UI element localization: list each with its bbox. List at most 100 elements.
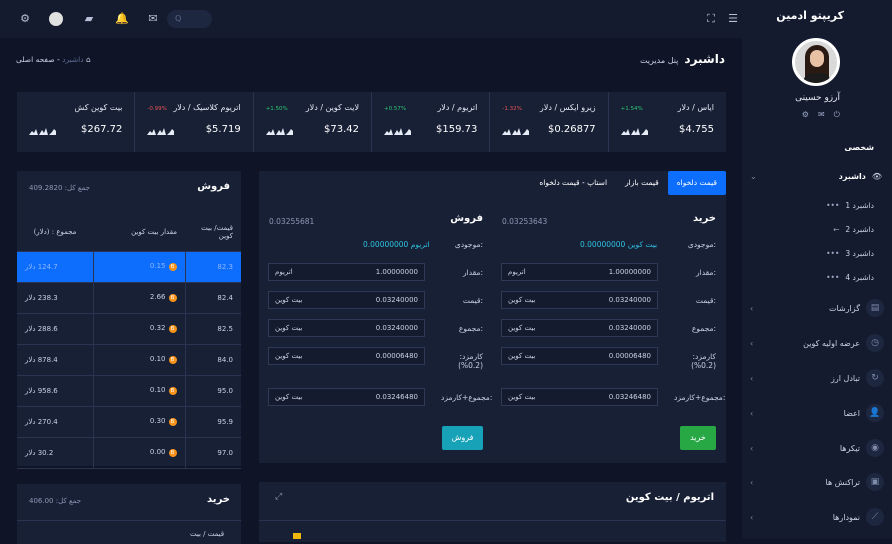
sidebar-item-transactions[interactable]: ▣ تراکنش ها ‹: [742, 472, 892, 492]
input-value: اتریوم: [275, 268, 293, 276]
ticker-change: +1.54%: [620, 106, 643, 112]
ticker-name: زیرو ایکس / دلار: [539, 103, 596, 112]
bitcoin-icon: B: [168, 449, 177, 457]
settings-icon[interactable]: ⚙: [802, 110, 809, 120]
refresh-icon: ↻: [866, 369, 884, 387]
ticker-item[interactable]: لایت کوین / دلار +1.50% $73.42: [252, 92, 371, 152]
sidebar-item-label: داشبرد: [838, 171, 866, 181]
notification-bell-icon[interactable]: 🔔: [115, 12, 129, 26]
chat-icon[interactable]: ▰: [82, 12, 96, 26]
buy-input[interactable]: بیت کوین 0.00006480: [501, 347, 658, 365]
sidebar-item-reports[interactable]: ▤ گزارشات ‹: [742, 298, 892, 318]
fullscreen-icon[interactable]: ⛶: [704, 12, 718, 26]
sidebar-item-tickers[interactable]: ◉ تیکرها ‹: [742, 438, 892, 458]
breadcrumb-home[interactable]: صفحه اصلی: [16, 55, 55, 64]
sell-input[interactable]: بیت کوین 0.00006480: [268, 347, 425, 365]
sell-input[interactable]: بیت کوین 0.03240000: [268, 291, 425, 309]
cell-total: 288.6 دلار: [17, 313, 93, 345]
sell-input[interactable]: بیت کوین 0.03240000: [268, 319, 425, 337]
sell-label: قیمت:: [462, 296, 483, 305]
sell-input[interactable]: اتریوم 1.00000000: [268, 263, 425, 281]
sell-input[interactable]: بیت کوین 0.03246480: [268, 388, 425, 406]
menu-toggle-icon[interactable]: ☰: [726, 12, 740, 26]
sell-label: مجموع:: [458, 324, 483, 333]
trade-tabs: قیمت دلخواه قیمت بازار استاپ - قیمت دلخو…: [530, 171, 726, 195]
sidebar-item-charts[interactable]: ⟋ نمودارها ‹: [742, 507, 892, 527]
tab-stop-limit[interactable]: استاپ - قیمت دلخواه: [530, 171, 616, 195]
top-bar: ⚙ ▰ 🔔 ✉ Q ⛶ ☰: [0, 0, 742, 38]
ticker-item[interactable]: اتریوم / دلار +0.57% $159.73: [371, 92, 489, 152]
input-unit: 0.03246480: [375, 393, 418, 401]
user-avatar-icon[interactable]: [49, 12, 63, 26]
buy-label: مجموع+کارمزد:: [674, 393, 725, 402]
sparkline-icon: [29, 128, 57, 135]
ticker-item[interactable]: زیرو ایکس / دلار -1.32% $0.26877: [489, 92, 607, 152]
sparkline-icon: [620, 128, 648, 135]
buy-input[interactable]: اتریوم 1.00000000: [501, 263, 658, 281]
expand-icon[interactable]: ⤢: [275, 492, 282, 502]
sidebar-item-exchange[interactable]: ↻ تبادل ارز ‹: [742, 368, 892, 388]
table-row[interactable]: 97.0 B0.00 30.2 دلار: [17, 437, 241, 469]
search-input[interactable]: Q: [167, 10, 212, 28]
ticker-item[interactable]: بیت کوین کش $267.72: [17, 92, 134, 152]
input-unit: 0.00006480: [375, 352, 418, 360]
ticker-name: اتریوم کلاسیک / دلار: [173, 103, 241, 112]
sell-button[interactable]: فروش: [442, 426, 483, 450]
cell-total: 124.7 دلار: [17, 251, 93, 283]
settings-gear-icon[interactable]: ⚙: [18, 12, 32, 26]
input-value: بیت کوین: [275, 296, 303, 304]
mail-icon[interactable]: ✉: [146, 12, 160, 26]
input-unit: 0.03240000: [608, 296, 651, 304]
sidebar-section-personal: شخصی: [844, 143, 874, 152]
sidebar-subitem-dashboard-2[interactable]: داشبرد 2 ←: [764, 221, 874, 237]
sidebar-item-ico[interactable]: ◷ عرضه اولیه کوین ‹: [742, 333, 892, 353]
input-value: بیت کوین: [508, 296, 536, 304]
buy-input[interactable]: بیت کوین 0.03246480: [501, 388, 658, 406]
input-value: بیت کوین: [508, 352, 536, 360]
power-icon[interactable]: ⏻: [834, 110, 840, 120]
sidebar-subitem-dashboard-4[interactable]: داشبرد 4 •••: [764, 269, 874, 285]
tab-limit[interactable]: قیمت دلخواه: [667, 171, 726, 195]
tab-market[interactable]: قیمت بازار: [616, 171, 668, 195]
buy-input[interactable]: بیت کوین 0.03240000: [501, 319, 658, 337]
table-row[interactable]: 95.9 B0.30 270.4 دلار: [17, 406, 241, 438]
line-chart-icon: ⟋: [866, 508, 884, 526]
buy-label: قیمت:: [695, 296, 716, 305]
table-row[interactable]: 82.3 B0.15 124.7 دلار: [17, 251, 241, 283]
input-value: بیت کوین: [508, 324, 536, 332]
chevron-left-icon: ‹: [750, 408, 754, 418]
ticker-change: -1.32%: [502, 106, 522, 112]
sell-title: فروش: [450, 213, 483, 224]
buy-input[interactable]: بیت کوین 0.03240000: [501, 291, 658, 309]
col-price: قیمت/ بیت کوین: [185, 214, 241, 252]
buy-button[interactable]: خرید: [680, 426, 716, 450]
cell-price: 82.5: [184, 313, 241, 345]
buy-balance-label: موجودی:: [687, 240, 716, 249]
sidebar-subitem-dashboard-1[interactable]: داشبرد 1 •••: [764, 197, 874, 213]
cell-price: 82.3: [184, 251, 241, 283]
sidebar-item-members[interactable]: 👤 اعضا ‹: [742, 403, 892, 423]
sidebar-subitem-dashboard-3[interactable]: داشبرد 3 •••: [764, 245, 874, 261]
sell-orders-title: فروش: [197, 181, 230, 192]
breadcrumb-current: داشبرد: [62, 55, 84, 64]
sidebar: کریپتو ادمین آرزو حسینی ⚙ ✉ ⏻ شخصی 👁 داش…: [742, 0, 892, 539]
input-unit: 0.00006480: [608, 352, 651, 360]
sidebar-item-dashboard[interactable]: 👁 داشبرد ⌄: [742, 166, 892, 186]
profile-avatar[interactable]: [792, 38, 840, 86]
chevron-left-icon: ‹: [750, 512, 754, 522]
table-row[interactable]: 82.5 B0.32 288.6 دلار: [17, 313, 241, 345]
table-row[interactable]: 84.0 B0.10 878.4 دلار: [17, 344, 241, 376]
col-amount: مقدار بیت کوین: [93, 214, 185, 252]
ticker-item[interactable]: اتریوم کلاسیک / دلار -0.99% $5.719: [134, 92, 252, 152]
mail-icon[interactable]: ✉: [818, 110, 825, 120]
table-row[interactable]: 82.4 B2.66 238.3 دلار: [17, 282, 241, 314]
brand-logo[interactable]: کریپتو ادمین: [776, 9, 844, 22]
chart-card: [259, 482, 726, 542]
sell-price-top: 0.03255681: [269, 217, 315, 226]
bitcoin-icon: B: [168, 294, 177, 302]
table-row[interactable]: 95.0 B0.10 958.6 دلار: [17, 375, 241, 407]
buy-orders-total: جمع کل: 406.00: [29, 497, 82, 505]
sell-orders-total: جمع کل: 409.2820: [29, 184, 90, 192]
buy-label: مقدار:: [696, 268, 716, 277]
ticker-item[interactable]: ایاس / دلار +1.54% $4.755: [607, 92, 726, 152]
